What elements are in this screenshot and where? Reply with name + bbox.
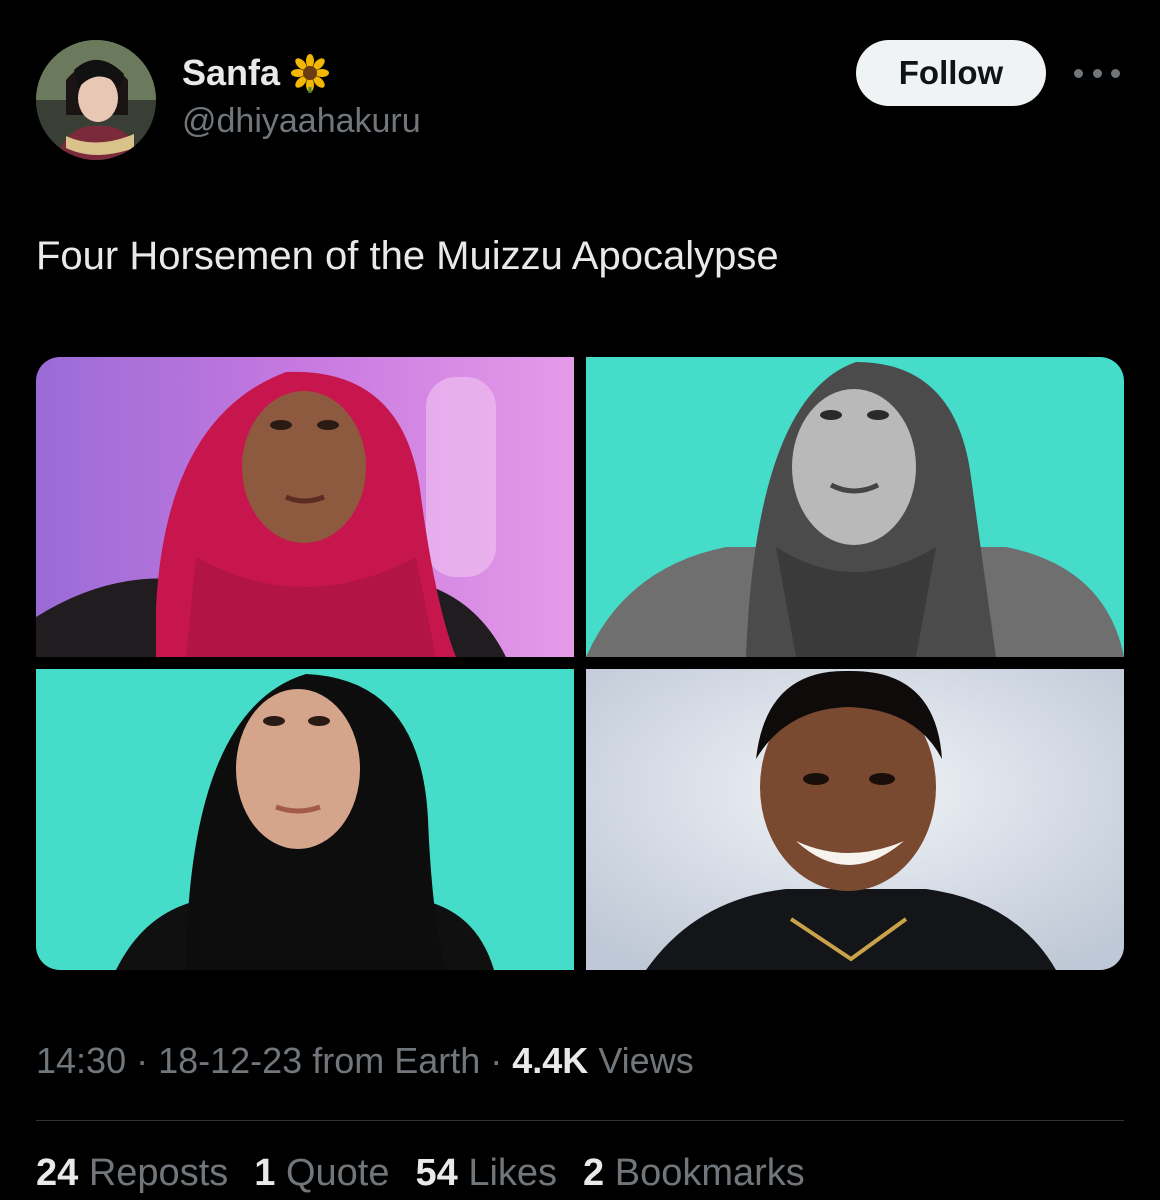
reposts-count: 24 [36, 1152, 79, 1194]
likes-stat[interactable]: 54 Likes [415, 1152, 557, 1195]
meta-separator: · [480, 1040, 513, 1081]
engagement-stats: 24 Reposts 1 Quote 54 Likes 2 Bookmarks [36, 1152, 805, 1195]
views-count: 4.4K [512, 1040, 589, 1081]
meta-separator: · [126, 1040, 159, 1081]
tweet-source: from Earth [302, 1040, 481, 1081]
author-avatar[interactable] [36, 40, 156, 160]
reposts-stat[interactable]: 24 Reposts [36, 1152, 228, 1195]
tweet-meta: 14:30 · 18-12-23 from Earth · 4.4K Views [36, 1040, 694, 1082]
photo-3[interactable] [36, 669, 574, 970]
follow-button[interactable]: Follow [856, 40, 1046, 106]
author-name-text: Sanfa [182, 52, 281, 93]
divider [36, 1120, 1124, 1121]
more-icon[interactable] [1074, 60, 1120, 86]
tweet-text: Four Horsemen of the Muizzu Apocalypse [36, 234, 779, 278]
media-grid[interactable] [36, 357, 1124, 970]
bookmarks-label: Bookmarks [614, 1152, 805, 1194]
sunflower-icon [290, 53, 330, 93]
more-dot [1092, 68, 1102, 78]
bookmarks-stat[interactable]: 2 Bookmarks [583, 1152, 805, 1195]
bookmarks-count: 2 [583, 1152, 605, 1194]
quotes-label: Quote [285, 1152, 390, 1194]
author-handle[interactable]: @dhiyaahakuru [182, 102, 421, 141]
likes-count: 54 [415, 1152, 458, 1194]
photo-4[interactable] [586, 669, 1124, 970]
more-dot [1111, 68, 1120, 78]
photo-1[interactable] [36, 357, 574, 657]
tweet-time: 14:30 [36, 1040, 127, 1081]
photo-2[interactable] [586, 357, 1124, 657]
author-name[interactable]: Sanfa [182, 52, 330, 94]
tweet-date: 18-12-23 [158, 1040, 303, 1081]
quotes-stat[interactable]: 1 Quote [254, 1152, 389, 1195]
views-label: Views [588, 1040, 694, 1081]
quotes-count: 1 [254, 1152, 276, 1194]
reposts-label: Reposts [88, 1152, 229, 1194]
likes-label: Likes [468, 1152, 558, 1194]
more-dot [1074, 68, 1083, 78]
